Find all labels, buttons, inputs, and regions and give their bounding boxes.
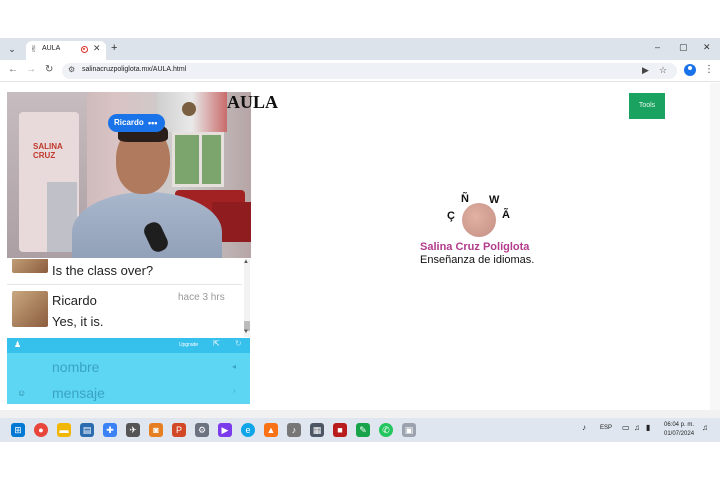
puzzle-icon[interactable]: ✚ xyxy=(103,423,117,437)
gear-icon[interactable]: ⚙ xyxy=(195,423,209,437)
camera-icon[interactable]: ▶ xyxy=(642,65,649,76)
close-window-button[interactable]: ✕ xyxy=(703,42,711,53)
page-content: SALINA CRUZ Ricardo ••• AULA Tools Is th… xyxy=(0,83,720,410)
camera-app-icon[interactable]: ◙ xyxy=(149,423,163,437)
video-feed: SALINA CRUZ Ricardo ••• xyxy=(7,92,251,258)
document-icon[interactable]: ▤ xyxy=(80,423,94,437)
page-horizontal-scrollbar[interactable] xyxy=(0,410,720,418)
notes-icon[interactable]: ✎ xyxy=(356,423,370,437)
screen: ⌄ ✌ AULA ✕ + – ▢ ✕ ← → ↻ ⚙ salinacruzpol… xyxy=(0,0,720,480)
chat-form-header: ♟ Upgrade ⇱ ↻ xyxy=(7,338,250,353)
minimize-button[interactable]: – xyxy=(655,42,660,52)
recording-icon xyxy=(81,46,88,53)
microphone-app-icon[interactable]: ♪ xyxy=(287,423,301,437)
page-vertical-scrollbar[interactable] xyxy=(710,83,720,410)
more-options-icon[interactable]: ••• xyxy=(148,114,157,132)
peace-hand-icon: ✌ xyxy=(30,44,38,54)
tab-search-button[interactable]: ⌄ xyxy=(4,41,20,57)
upgrade-link[interactable]: Upgrade xyxy=(179,342,198,348)
menu-icon[interactable]: ⋮ xyxy=(704,64,714,75)
media-icon[interactable]: ▶ xyxy=(218,423,232,437)
chat-message-author: Ricardo xyxy=(52,293,97,308)
brand-logo: Ñ W Ç Ã xyxy=(445,193,515,243)
tab-bar: ⌄ ✌ AULA ✕ + – ▢ ✕ xyxy=(0,38,720,60)
logo-ball xyxy=(462,203,496,237)
taskbar: ⊞ ● ▬ ▤ ✚ ✈ ◙ P ⚙ ▶ e ▲ ♪ ▦ ■ ✎ ✆ ▣ ♪ ES… xyxy=(0,418,720,442)
reload-icon[interactable]: ↻ xyxy=(45,64,53,75)
app-icon[interactable]: ▣ xyxy=(402,423,416,437)
avatar xyxy=(12,259,48,273)
clock-date: 01/07/2024 xyxy=(664,431,695,437)
chrome-icon[interactable]: ● xyxy=(34,423,48,437)
arrow-icon[interactable]: › xyxy=(233,388,235,395)
network-icon[interactable]: ▭ xyxy=(622,423,630,432)
battery-icon[interactable]: ▮ xyxy=(646,423,650,432)
scroll-down-icon[interactable]: ▼ xyxy=(243,329,249,335)
forward-icon[interactable]: → xyxy=(26,64,36,75)
page-title: AULA xyxy=(227,92,279,112)
calculator-icon[interactable]: ▦ xyxy=(310,423,324,437)
user-icon[interactable]: ♟ xyxy=(14,340,21,349)
notification-icon[interactable]: ♫ xyxy=(702,423,708,432)
vlc-icon[interactable]: ▲ xyxy=(264,423,278,437)
logo-letter: Ã xyxy=(502,209,510,221)
windows-start-icon[interactable]: ⊞ xyxy=(11,423,25,437)
bird-icon[interactable]: ✈ xyxy=(126,423,140,437)
microphone-tray-icon[interactable]: ♪ xyxy=(582,423,586,432)
chat-message-text: Is the class over? xyxy=(52,263,154,278)
folder-icon[interactable]: ▬ xyxy=(57,423,71,437)
poster-text: SALINA CRUZ xyxy=(33,142,63,160)
name-input[interactable]: nombre xyxy=(52,359,242,375)
brand-tagline: Enseñanza de idiomas. xyxy=(420,254,535,266)
flag-emblem xyxy=(182,102,196,116)
powerpoint-icon[interactable]: P xyxy=(172,423,186,437)
scroll-up-icon[interactable]: ▲ xyxy=(243,259,249,265)
site-settings-icon[interactable]: ⚙ xyxy=(68,65,75,74)
restore-button[interactable]: ▢ xyxy=(679,42,688,53)
profile-icon[interactable] xyxy=(684,64,696,76)
participant-name-pill[interactable]: Ricardo ••• xyxy=(108,114,165,132)
participant-name: Ricardo xyxy=(114,118,144,127)
tab-title: AULA xyxy=(42,45,61,52)
chat-log: Is the class over? Ricardo hace 3 hrs Ye… xyxy=(7,259,250,337)
smiley-icon[interactable]: ☺ xyxy=(17,388,26,398)
avatar xyxy=(12,291,48,327)
url-text: salinacruzpoliglota.mx/AULA.html xyxy=(82,66,187,73)
back-icon[interactable]: ← xyxy=(8,64,18,75)
logo-letter: Ñ xyxy=(461,193,469,205)
whatsapp-icon[interactable]: ✆ xyxy=(379,423,393,437)
clock[interactable]: 06:04 p. m. 01/07/2024 xyxy=(664,421,694,439)
close-icon[interactable]: ✕ xyxy=(93,43,101,54)
new-tab-button[interactable]: + xyxy=(111,42,117,54)
edge-icon[interactable]: e xyxy=(241,423,255,437)
chat-message-time: hace 3 hrs xyxy=(178,292,225,303)
brand-name: Salina Cruz Políglota xyxy=(420,241,530,253)
language-indicator[interactable]: ESP xyxy=(600,425,612,431)
message-input[interactable]: mensaje xyxy=(52,385,242,401)
video-window xyxy=(172,132,224,187)
chat-form: ♟ Upgrade ⇱ ↻ nombre ◂ ☺ mensaje › xyxy=(7,338,250,404)
logo-letter: Ç xyxy=(447,210,455,222)
tools-button[interactable]: Tools xyxy=(629,93,665,119)
chat-message-text: Yes, it is. xyxy=(52,314,104,329)
refresh-icon[interactable]: ↻ xyxy=(235,339,242,348)
volume-icon[interactable]: ♫ xyxy=(634,423,640,432)
external-link-icon[interactable]: ⇱ xyxy=(213,339,220,348)
browser-toolbar: ← → ↻ ⚙ salinacruzpoliglota.mx/AULA.html… xyxy=(0,60,720,82)
clock-time: 06:04 p. m. xyxy=(664,422,695,428)
recorder-icon[interactable]: ■ xyxy=(333,423,347,437)
tab-aula[interactable]: ✌ AULA ✕ xyxy=(26,41,106,60)
send-icon[interactable]: ◂ xyxy=(232,362,236,371)
address-bar[interactable]: ⚙ salinacruzpoliglota.mx/AULA.html ▶ ☆ xyxy=(62,63,677,79)
logo-letter: W xyxy=(489,194,500,206)
chat-divider xyxy=(7,284,242,285)
star-icon[interactable]: ☆ xyxy=(659,65,667,76)
flag-image xyxy=(157,92,227,132)
